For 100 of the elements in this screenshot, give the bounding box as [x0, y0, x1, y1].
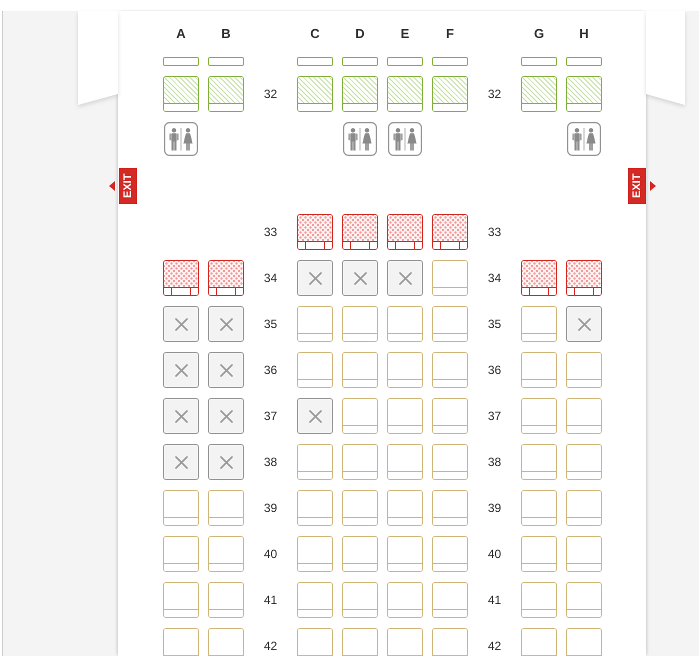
column-letter: F	[446, 26, 454, 42]
row-number: 39	[264, 501, 278, 515]
seat[interactable]	[208, 536, 244, 572]
seat[interactable]	[342, 536, 378, 572]
hatched-seat[interactable]	[163, 76, 199, 112]
seat[interactable]	[521, 306, 557, 342]
seat[interactable]	[163, 536, 199, 572]
seat[interactable]	[297, 444, 333, 480]
column-letter: E	[400, 26, 410, 42]
row-number: 35	[488, 317, 502, 331]
dotted-seat[interactable]	[521, 260, 557, 296]
seat[interactable]	[163, 490, 199, 526]
dotted-seat[interactable]	[208, 260, 244, 296]
seat[interactable]	[566, 398, 602, 434]
seat[interactable]	[297, 582, 333, 618]
cross-icon	[220, 318, 232, 330]
cross-icon	[398, 272, 412, 284]
seat[interactable]	[566, 444, 602, 480]
seat[interactable]	[342, 628, 378, 656]
dotted-seat[interactable]	[387, 214, 423, 250]
hatched-seat[interactable]	[387, 76, 423, 112]
seat[interactable]	[387, 444, 423, 480]
seat[interactable]	[387, 352, 423, 388]
dotted-seat[interactable]	[432, 214, 468, 250]
hatched-seat[interactable]	[342, 76, 378, 112]
seat[interactable]	[566, 536, 602, 572]
seat[interactable]	[432, 260, 468, 296]
column-letter: C	[310, 26, 320, 42]
dotted-seat[interactable]	[297, 214, 333, 250]
cross-icon	[174, 410, 188, 422]
seat[interactable]	[387, 490, 423, 526]
row-number: 36	[264, 363, 278, 377]
seat[interactable]	[208, 582, 244, 618]
restroom-icon	[343, 122, 377, 156]
seat[interactable]	[432, 490, 468, 526]
hatched-seat[interactable]	[432, 76, 468, 112]
seat[interactable]	[342, 352, 378, 388]
cross-icon	[174, 364, 188, 376]
seat[interactable]	[208, 628, 244, 656]
seat[interactable]	[521, 444, 557, 480]
column-letter: A	[176, 26, 186, 42]
seat[interactable]	[521, 398, 557, 434]
seat[interactable]	[432, 306, 468, 342]
seat-back-bar	[387, 57, 423, 66]
hatched-seat[interactable]	[297, 76, 333, 112]
seat[interactable]	[297, 628, 333, 656]
seat[interactable]	[566, 352, 602, 388]
seat[interactable]	[521, 628, 557, 656]
cross-icon	[220, 456, 232, 468]
cross-icon	[308, 272, 322, 284]
seat[interactable]	[432, 398, 468, 434]
seat[interactable]	[208, 490, 244, 526]
seat[interactable]	[566, 582, 602, 618]
seat[interactable]	[432, 582, 468, 618]
seat[interactable]	[342, 444, 378, 480]
hatched-seat[interactable]	[566, 76, 602, 112]
seat[interactable]	[297, 490, 333, 526]
seat[interactable]	[163, 628, 199, 656]
seat[interactable]	[163, 582, 199, 618]
seat[interactable]	[297, 306, 333, 342]
row-number: 41	[264, 593, 278, 607]
seat[interactable]	[432, 628, 468, 656]
seat[interactable]	[342, 582, 378, 618]
exit-sign: EXIT	[628, 168, 646, 204]
seat[interactable]	[521, 536, 557, 572]
cross-icon	[308, 410, 322, 422]
seat[interactable]	[566, 490, 602, 526]
seat[interactable]	[387, 536, 423, 572]
dotted-seat[interactable]	[163, 260, 199, 296]
seat[interactable]	[387, 306, 423, 342]
triangle-icon	[109, 181, 115, 191]
dotted-seat[interactable]	[342, 214, 378, 250]
seat[interactable]	[342, 490, 378, 526]
cross-icon	[174, 456, 188, 468]
seat[interactable]	[387, 628, 423, 656]
seat[interactable]	[521, 490, 557, 526]
row-number: 42	[264, 639, 278, 653]
row-number: 34	[488, 271, 502, 285]
seat[interactable]	[342, 306, 378, 342]
column-letter: B	[221, 26, 231, 42]
seat[interactable]	[387, 582, 423, 618]
seat[interactable]	[297, 352, 333, 388]
seat[interactable]	[432, 444, 468, 480]
seat[interactable]	[342, 398, 378, 434]
seat[interactable]	[521, 582, 557, 618]
cross-icon	[220, 364, 232, 376]
cross-icon	[578, 318, 590, 330]
seat[interactable]	[297, 536, 333, 572]
seat[interactable]	[566, 628, 602, 656]
seat[interactable]	[432, 536, 468, 572]
cross-icon	[174, 318, 188, 330]
cross-icon	[220, 410, 232, 422]
seat[interactable]	[521, 352, 557, 388]
row-number: 38	[264, 455, 278, 469]
dotted-seat[interactable]	[566, 260, 602, 296]
seat[interactable]	[432, 352, 468, 388]
row-number: 40	[488, 547, 502, 561]
hatched-seat[interactable]	[208, 76, 244, 112]
seat[interactable]	[387, 398, 423, 434]
hatched-seat[interactable]	[521, 76, 557, 112]
